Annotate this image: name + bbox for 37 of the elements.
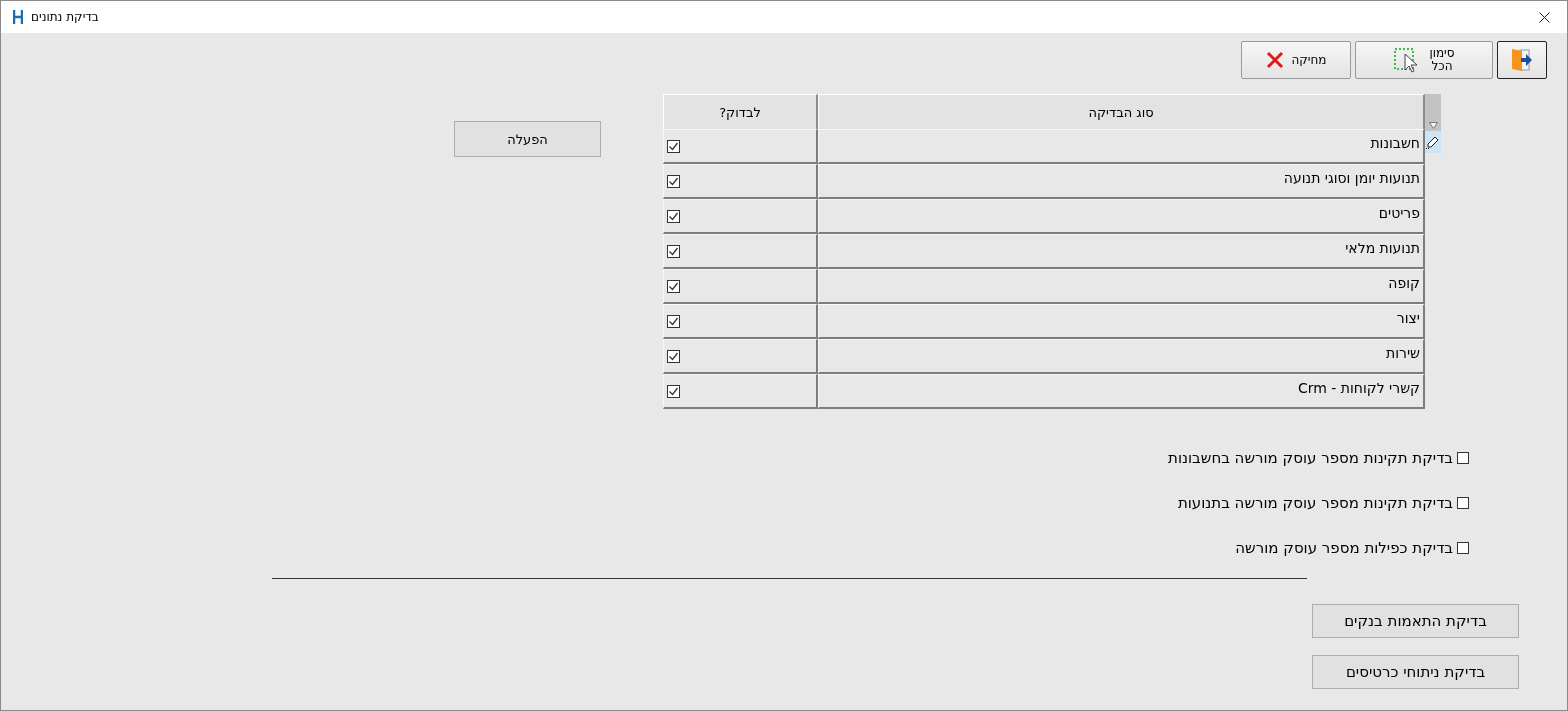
pencil-icon <box>1426 135 1440 149</box>
table-cell: תנועות מלאי <box>818 234 1425 269</box>
table-cell: קשרי לקוחות - Crm <box>818 374 1425 409</box>
action-button[interactable]: בדיקת התאמות בנקים <box>1312 604 1519 638</box>
window-title: בדיקת נתונים <box>31 10 99 24</box>
checkbox[interactable] <box>1457 452 1469 464</box>
checkbox[interactable] <box>667 384 680 398</box>
checkbox-label: בדיקת תקינות מספר עוסק מורשה בחשבונות <box>1168 449 1453 467</box>
delete-button[interactable]: מחיקה <box>1241 41 1351 79</box>
checkbox[interactable] <box>667 314 680 328</box>
checkbox[interactable] <box>667 139 680 153</box>
table-cell: תנועות יומן וסוגי תנועה <box>818 164 1425 199</box>
table-cell: יצור <box>818 304 1425 339</box>
run-button[interactable]: הפעלה <box>454 121 601 157</box>
checkbox[interactable] <box>667 174 680 188</box>
table-cell: קופה <box>818 269 1425 304</box>
checkbox-label: בדיקת כפילות מספר עוסק מורשה <box>1235 539 1453 557</box>
exit-button[interactable] <box>1497 41 1547 79</box>
checkbox[interactable] <box>1457 497 1469 509</box>
checkbox[interactable] <box>1457 542 1469 554</box>
exit-door-icon <box>1509 47 1535 73</box>
column-header[interactable]: לבדוק? <box>663 94 818 131</box>
checkbox[interactable] <box>667 349 680 363</box>
delete-x-icon <box>1265 50 1286 70</box>
table-cell: פריטים <box>818 199 1425 234</box>
column-header[interactable]: סוג הבדיקה <box>818 94 1425 131</box>
checkbox-label: בדיקת תקינות מספר עוסק מורשה בתנועות <box>1177 494 1453 512</box>
select-all-button[interactable]: סימון הכל <box>1355 41 1493 79</box>
table-cell: חשבונות <box>818 129 1425 164</box>
checkbox[interactable] <box>667 244 680 258</box>
checkbox[interactable] <box>667 209 680 223</box>
action-button[interactable]: בדיקת ניתוחי כרטיסים <box>1312 655 1519 689</box>
table-cell: שירות <box>818 339 1425 374</box>
close-icon <box>1538 11 1550 23</box>
checkbox[interactable] <box>667 279 680 293</box>
app-logo-icon <box>13 10 23 24</box>
dropdown-triangle-icon <box>1428 122 1438 129</box>
